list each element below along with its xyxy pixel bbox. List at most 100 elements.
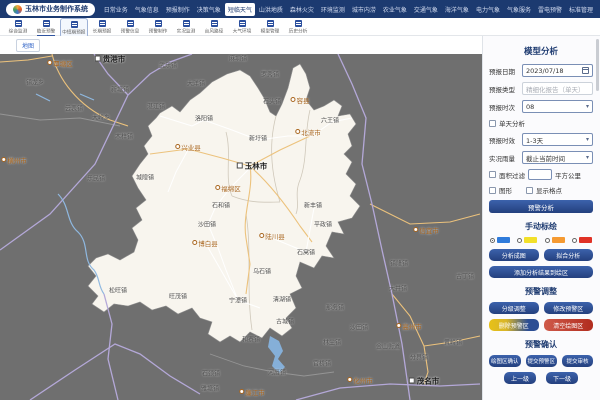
forecast-date-input[interactable]: 2023/07/18 [522,64,593,77]
forecast-time-select[interactable]: 08 ▾ [522,100,593,113]
submit-review-button[interactable]: 提交审核 [562,355,593,367]
modify-warning-area-button[interactable]: 修改预警区 [544,302,594,314]
map-label: 横州市 [1,155,27,165]
map-label: 黄岭镇 [444,338,462,347]
top-menu-item[interactable]: 决策气象 [194,3,224,16]
level-adjust-button[interactable]: 分级调整 [489,302,539,314]
top-menu-item[interactable]: 电力气象 [473,3,503,16]
top-menu-item[interactable]: 森林火灾 [287,3,317,16]
map-label: 石和镇 [212,201,230,210]
rain-select[interactable]: 截止当前时间 ▾ [522,151,593,164]
previous-level-button[interactable]: 上一级 [504,372,536,384]
top-menu-item[interactable]: 城市内涝 [349,3,379,16]
single-day-checkbox[interactable] [489,120,496,127]
map-label: 和寮镇 [242,335,260,344]
map-label: 罗秀镇 [261,70,279,79]
map-view-tab[interactable]: 地图 [16,39,40,52]
toolbar-tab[interactable]: 预警信息 [116,18,144,36]
document-icon [71,21,78,28]
toolbar-tab[interactable]: 预警制作 [144,18,172,36]
toolbar-tab[interactable]: 实况监测 [172,18,200,36]
clear-draw-area-button[interactable]: 清空绘图区 [544,319,594,331]
forecast-type-input: 精细化报告（单天） [522,82,593,95]
document-icon [183,20,190,27]
color-swatch [524,237,537,243]
forecast-date-value: 2023/07/18 [526,67,563,75]
top-menu-item[interactable]: 雷电预警 [535,3,565,16]
map-label: 大洋镇 [187,79,205,88]
chevron-down-icon: ▾ [586,136,589,143]
warning-analyze-button[interactable]: 预警分析 [489,200,593,213]
top-menu-item[interactable]: 短临天气 [225,3,255,16]
validity-select[interactable]: 1-3天 ▾ [522,133,593,146]
calendar-icon[interactable] [582,67,589,74]
map-label: 湛江镇 [147,102,165,111]
toolbar-tab[interactable]: 历史分析 [284,18,312,36]
module-toolbar: 综合监测 临近预警 中短期预报 长期预报 预警信息 [0,18,600,36]
top-menu-item[interactable]: 环境监测 [318,3,348,16]
map-label: 河唇镇 [268,368,286,377]
radio-icon [572,238,577,243]
map-label: 乐民镇 [87,174,105,183]
map-label: 廉江市 [239,387,265,397]
show-grid-label: 显示格点 [536,185,562,195]
toolbar-tab[interactable]: 长期预报 [88,18,116,36]
graphic-checkbox[interactable] [489,187,496,194]
plot-color-option[interactable] [572,237,592,243]
map-label: 武乐镇 [159,61,177,70]
area-filter-input[interactable] [528,169,552,180]
manual-plot-title: 手动标绘 [489,221,593,232]
document-icon [127,20,134,27]
map-label: 石窝镇 [297,248,315,257]
map-labels: 贵港市玉林市茂名市覃塘区横州市兴业县容县北流市福绵区陆川县博白县信宜市高州市化州… [0,54,482,400]
map-tabbar: 地图 [0,36,482,54]
forecast-type-label: 预报类型 [489,84,522,94]
top-menu-item[interactable]: 气象服务 [504,3,534,16]
forecast-type-value: 精细化报告（单天） [526,84,585,94]
toolbar-tab[interactable]: 综合监测 [4,18,32,36]
map-label: 玉林市 [237,161,268,172]
map-label: 博白县 [192,238,218,248]
map-label: 石头镇 [263,97,281,106]
submit-warning-area-button[interactable]: 提交预警区 [526,355,558,367]
rain-label: 实况雨量 [489,153,522,163]
plot-color-option[interactable] [490,237,510,243]
toolbar-tab[interactable]: 中短期预报 [60,18,88,38]
map-label: 麻垌镇 [229,54,247,63]
map-label: 沙田镇 [198,220,216,229]
analyze-to-image-button[interactable]: 分析成图 [489,249,539,261]
toolbar-tab[interactable]: 临近预警 [32,18,60,36]
show-grid-checkbox[interactable] [526,187,533,194]
top-menu-item[interactable]: 日常业务 [101,3,131,16]
app-window: 玉林市业务制作系统 日常业务气象信息预报制作决策气象短临天气山洪地质森林火灾环境… [0,0,600,400]
plot-color-option[interactable] [517,237,537,243]
scrollbar-thumb[interactable] [596,39,599,91]
add-result-button[interactable]: 添加分析结果到绘区 [489,266,593,278]
map-label: 信宜市 [413,225,439,235]
fit-analysis-button[interactable]: 拟合分析 [544,249,594,261]
top-menu-item[interactable]: 标准管理 [566,3,596,16]
map-canvas[interactable]: 贵港市玉林市茂名市覃塘区横州市兴业县容县北流市福绵区陆川县博白县信宜市高州市化州… [0,54,482,400]
toolbar-tab[interactable]: 台风路径 [200,18,228,36]
map-label: 松旺镇 [109,286,127,295]
map-label: 六王镇 [321,116,339,125]
area-filter-checkbox[interactable] [489,171,496,178]
plot-color-option[interactable] [545,237,565,243]
document-icon [211,20,218,27]
top-menu-item[interactable]: 交通气象 [411,3,441,16]
logo-icon [13,5,22,14]
draw-area-confirm-button[interactable]: 绘图区确认 [489,355,521,367]
forecast-time-value: 08 [526,103,534,111]
top-menu-item[interactable]: 预报制作 [163,3,193,16]
top-menu-item[interactable]: 气象信息 [132,3,162,16]
map-label: 金山街道 [376,342,400,351]
toolbar-tab[interactable]: 模型管理 [256,18,284,36]
top-menu-item[interactable]: 山洪地质 [256,3,286,16]
toolbar-tab[interactable]: 大气环境 [228,18,256,36]
top-menu-item[interactable]: 海洋气象 [442,3,472,16]
panel-title: 模型分析 [489,45,593,57]
delete-warning-area-button[interactable]: 删除预警区 [489,319,539,331]
top-menu-item[interactable]: 农业气象 [380,3,410,16]
color-swatch [552,237,565,243]
next-level-button[interactable]: 下一级 [546,372,578,384]
